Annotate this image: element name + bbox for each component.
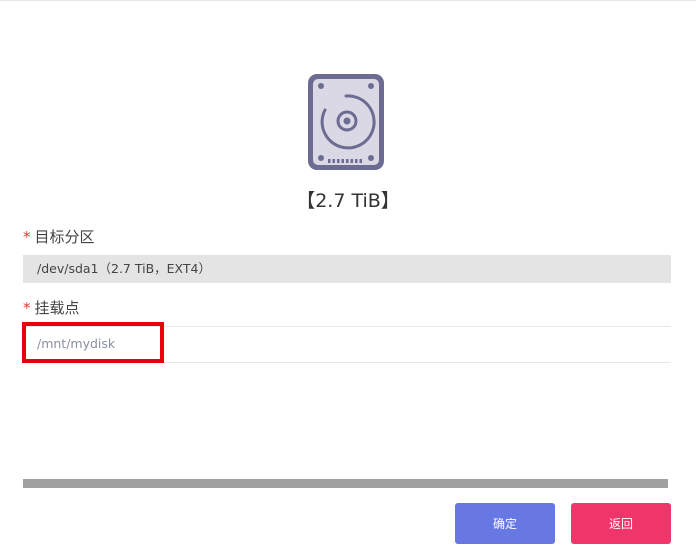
target-partition-field: /dev/sda1（2.7 TiB，EXT4） [23,255,671,283]
target-partition-label-text: 目标分区 [34,228,95,246]
top-divider [0,0,696,1]
hard-disk-icon [306,72,386,172]
target-partition-label: * 目标分区 [23,226,95,247]
required-mark: * [23,228,31,246]
disk-size-label: 【2.7 TiB】 [296,190,400,212]
required-mark: * [23,299,31,317]
back-button[interactable]: 返回 [571,503,671,544]
confirm-button[interactable]: 确定 [455,503,555,544]
progress-fill [23,479,668,488]
mount-point-label: * 挂载点 [23,297,80,318]
mount-point-input[interactable] [23,326,283,361]
mount-point-label-text: 挂载点 [34,299,80,317]
progress-bar [23,479,668,488]
